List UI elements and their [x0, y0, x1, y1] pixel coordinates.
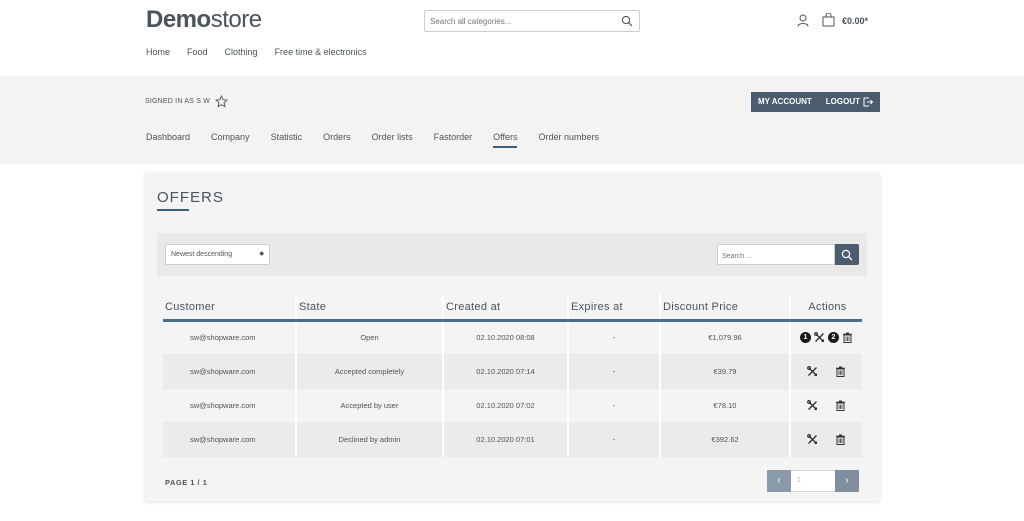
cell-expires: -: [567, 422, 660, 457]
cell-price: €78.10: [659, 388, 790, 423]
star-icon[interactable]: [215, 95, 228, 108]
logout-button[interactable]: LOGOUT: [819, 92, 880, 112]
offers-search: [717, 244, 835, 266]
signed-in-label: SIGNED IN AS S W: [145, 98, 211, 105]
cell-created: 02.10.2020 08:08: [442, 320, 568, 355]
search-icon: [841, 249, 853, 261]
trash-icon[interactable]: [835, 366, 846, 377]
trash-icon[interactable]: [835, 400, 846, 411]
cell-created: 02.10.2020 07:02: [442, 388, 568, 423]
nav-item-free-time[interactable]: Free time & electronics: [275, 47, 367, 57]
page-title: OFFERS: [157, 189, 224, 206]
page-indicator: PAGE 1 / 1: [165, 478, 208, 487]
cell-customer: sw@shopware.com: [163, 354, 296, 389]
account-band: [0, 76, 1024, 164]
tools-icon[interactable]: [807, 433, 818, 445]
main-nav: Home Food Clothing Free time & electroni…: [146, 47, 384, 57]
cell-customer: sw@shopware.com: [163, 388, 296, 423]
cell-actions: 1 2: [789, 320, 862, 355]
trash-icon[interactable]: [842, 332, 853, 343]
cell-price: €39.79: [659, 354, 790, 389]
offers-search-input[interactable]: [718, 247, 828, 266]
bag-icon[interactable]: [822, 13, 835, 27]
tab-company[interactable]: Company: [211, 132, 250, 148]
table-row: sw@shopware.com Accepted completely 02.1…: [163, 354, 862, 389]
cell-price: €392.62: [659, 422, 790, 457]
tab-order-lists[interactable]: Order lists: [372, 132, 413, 148]
tab-dashboard[interactable]: Dashboard: [146, 132, 190, 148]
title-underline: [157, 209, 189, 211]
cell-expires: -: [567, 388, 660, 423]
account-buttons: MY ACCOUNT LOGOUT: [751, 92, 880, 112]
pagination: ‹ 1 ›: [767, 470, 859, 492]
col-actions: Actions: [789, 294, 862, 322]
tab-fastorder[interactable]: Fastorder: [434, 132, 473, 148]
trash-icon[interactable]: [835, 434, 846, 445]
logout-icon: [863, 97, 874, 107]
tab-orders[interactable]: Orders: [323, 132, 351, 148]
chevron-right-icon: ›: [845, 475, 849, 486]
offers-search-button[interactable]: [835, 244, 859, 265]
cell-created: 02.10.2020 07:01: [442, 422, 568, 457]
table-row: sw@shopware.com Open 02.10.2020 08:08 - …: [163, 320, 862, 355]
tools-icon[interactable]: [807, 365, 818, 377]
logo[interactable]: Demostore: [146, 6, 262, 34]
table-row: sw@shopware.com Declined by admin 02.10.…: [163, 422, 862, 457]
cell-state: Accepted completely: [295, 354, 443, 389]
cell-customer: sw@shopware.com: [163, 320, 296, 355]
header-search: [424, 10, 640, 32]
prev-page-button[interactable]: ‹: [767, 470, 791, 492]
page-input[interactable]: 1: [791, 470, 835, 492]
tools-icon[interactable]: [807, 399, 818, 411]
cell-created: 02.10.2020 07:14: [442, 354, 568, 389]
cell-expires: -: [567, 354, 660, 389]
col-expires[interactable]: Expires at: [567, 294, 660, 322]
user-icon[interactable]: [797, 14, 809, 27]
offers-table: Customer State Created at Expires at Dis…: [163, 294, 862, 457]
tab-offers[interactable]: Offers: [493, 132, 518, 148]
cell-actions: [789, 354, 862, 389]
next-page-button[interactable]: ›: [835, 470, 859, 492]
cell-actions: [789, 388, 862, 423]
cell-actions: [789, 422, 862, 457]
col-created[interactable]: Created at: [442, 294, 568, 322]
col-state[interactable]: State: [295, 294, 443, 322]
col-customer[interactable]: Customer: [163, 294, 296, 322]
search-icon[interactable]: [621, 15, 633, 27]
tab-statistic[interactable]: Statistic: [271, 132, 303, 148]
select-arrows-icon: ◆: [259, 251, 264, 257]
tab-order-numbers[interactable]: Order numbers: [538, 132, 599, 148]
chevron-left-icon: ‹: [777, 475, 781, 486]
cell-state: Declined by admin: [295, 422, 443, 457]
cart-total[interactable]: €0.00*: [842, 16, 868, 26]
account-tabs: Dashboard Company Statistic Orders Order…: [146, 132, 620, 148]
cell-price: €1,079.96: [659, 320, 790, 355]
table-row: sw@shopware.com Accepted by user 02.10.2…: [163, 388, 862, 423]
tools-icon[interactable]: [814, 332, 825, 343]
site-header: Demostore €0.00* Home Food Clothing Free…: [0, 0, 1024, 76]
cell-state: Accepted by user: [295, 388, 443, 423]
col-discount-price[interactable]: Discount Price: [659, 294, 790, 322]
search-input[interactable]: [425, 11, 610, 32]
nav-item-clothing[interactable]: Clothing: [225, 47, 258, 57]
my-account-button[interactable]: MY ACCOUNT: [751, 92, 819, 112]
cell-expires: -: [567, 320, 660, 355]
sort-select[interactable]: Newest descending ◆: [165, 244, 270, 265]
cell-customer: sw@shopware.com: [163, 422, 296, 457]
step-badge: 2: [828, 332, 839, 343]
step-badge: 1: [800, 332, 811, 343]
nav-item-home[interactable]: Home: [146, 47, 170, 57]
cell-state: Open: [295, 320, 443, 355]
nav-item-food[interactable]: Food: [187, 47, 208, 57]
